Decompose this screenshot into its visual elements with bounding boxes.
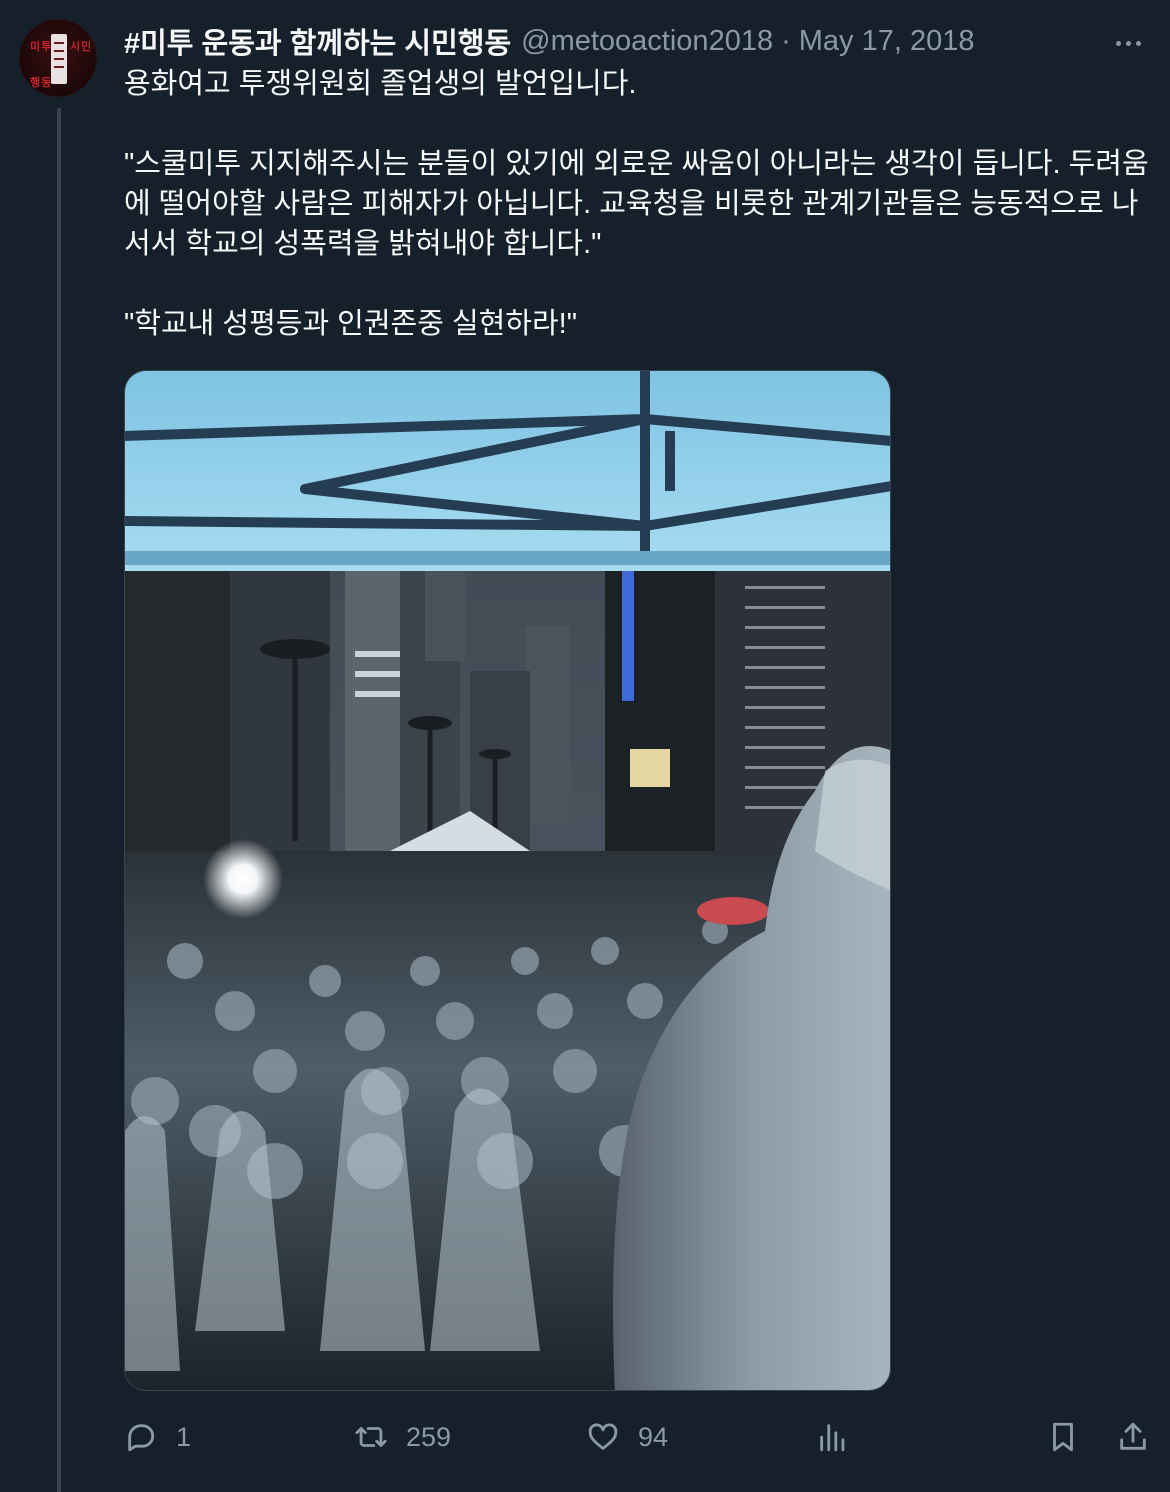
thread-line [57,108,61,1492]
retweet-icon [355,1427,387,1447]
reply-count: 1 [176,1421,192,1452]
more-dot-icon [1135,40,1141,46]
heart-icon [588,1423,618,1450]
views-button[interactable] [816,1414,850,1460]
bookmark-button[interactable] [1046,1414,1080,1460]
share-button[interactable] [1116,1414,1150,1460]
tweet-paragraph: 용화여고 투쟁위원회 졸업생의 발언입니다. [124,68,637,100]
tweet-text: 용화여고 투쟁위원회 졸업생의 발언입니다. "스쿨미투 지지해주시는 분들이 … [124,64,1154,344]
share-icon [1120,1422,1146,1450]
author-avatar[interactable]: 미투 시민 행동 [19,19,97,97]
rally-photo-icon [125,371,890,1390]
tweet-header: #미투 운동과 함께하는 시민행동 @metooaction2018 · May… [124,20,1154,62]
like-count: 94 [638,1421,669,1452]
author-handle[interactable]: @metooaction2018 [521,25,773,58]
tweet-paragraph: "스쿨미투 지지해주시는 분들이 있기에 외로운 싸움이 아니라는 생각이 듭니… [124,148,1149,260]
tweet-date[interactable]: May 17, 2018 [799,25,975,58]
tweet-photo[interactable] [124,370,891,1391]
tweet-actions: 1 259 94 [124,1414,1154,1460]
avatar-logo-icon [51,34,67,84]
analytics-icon [820,1424,845,1452]
more-dot-icon [1125,40,1131,46]
retweet-count: 259 [406,1421,452,1452]
more-dot-icon [1115,40,1121,46]
avatar-text: 행동 [30,77,53,89]
separator: · [781,24,791,57]
more-options-button[interactable] [1108,28,1148,58]
reply-button[interactable]: 1 [124,1414,191,1460]
tweet-paragraph: "학교내 성평등과 인권존중 실현하라!" [124,308,578,340]
retweet-button[interactable]: 259 [354,1414,451,1460]
avatar-text: 미투 [30,41,53,53]
author-name[interactable]: #미투 운동과 함께하는 시민행동 [124,20,511,62]
tweet-content: #미투 운동과 함께하는 시민행동 @metooaction2018 · May… [124,20,1154,344]
reply-icon [128,1424,155,1452]
like-button[interactable]: 94 [586,1414,668,1460]
avatar-text: 시민 [70,41,93,53]
bookmark-icon [1053,1422,1073,1452]
